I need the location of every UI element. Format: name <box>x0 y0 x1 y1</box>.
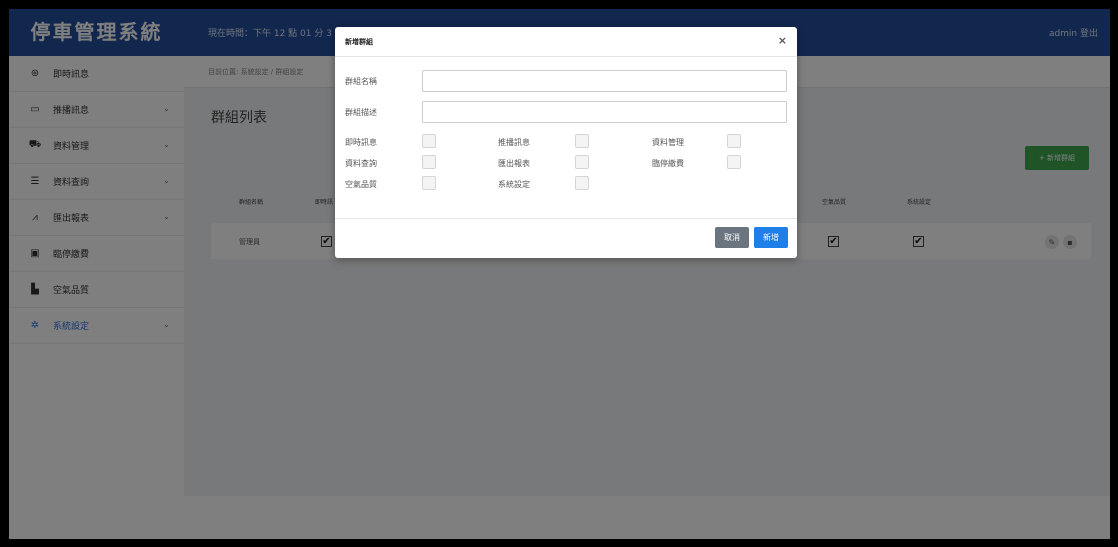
permission-checkbox-export-report[interactable] <box>575 155 589 169</box>
permission-label: 匯出報表 <box>498 159 530 168</box>
modal-title: 新增群組 <box>345 38 373 46</box>
permission-label: 資料查詢 <box>345 159 377 168</box>
permission-checkbox-temporary-payment[interactable] <box>727 155 741 169</box>
group-name-input[interactable] <box>422 70 787 92</box>
modal-footer: 取消 新增 <box>335 218 797 258</box>
permission-checkbox-data-query[interactable] <box>422 155 436 169</box>
permission-label: 臨停繳費 <box>652 159 684 168</box>
group-description-label: 群組描述 <box>345 108 377 117</box>
permission-checkbox-data-management[interactable] <box>727 134 741 148</box>
permission-checkbox-system-settings[interactable] <box>575 176 589 190</box>
permission-label: 系統設定 <box>498 180 530 189</box>
close-icon[interactable]: × <box>778 34 787 47</box>
cancel-button[interactable]: 取消 <box>715 227 749 248</box>
permission-label: 推播訊息 <box>498 138 530 147</box>
permission-label: 空氣品質 <box>345 180 377 189</box>
modal-header: 新增群組 × <box>335 27 797 57</box>
permission-checkbox-realtime[interactable] <box>422 134 436 148</box>
create-button[interactable]: 新增 <box>754 227 788 248</box>
group-name-label: 群組名稱 <box>345 77 377 86</box>
permission-checkbox-push[interactable] <box>575 134 589 148</box>
permission-label: 即時訊息 <box>345 138 377 147</box>
add-group-modal: 新增群組 × 群組名稱 群組描述 即時訊息 推播訊息 資料管理 資料查詢 匯出報… <box>335 27 797 258</box>
permission-label: 資料管理 <box>652 138 684 147</box>
permission-checkbox-air-quality[interactable] <box>422 176 436 190</box>
app-frame: 停車管理系統 ⊛ 即時訊息 ▭ 推播訊息 ⌄ ⛟ 資料管理 ⌄ ☰ 資料查詢 ⌄… <box>9 9 1110 539</box>
group-description-input[interactable] <box>422 101 787 123</box>
